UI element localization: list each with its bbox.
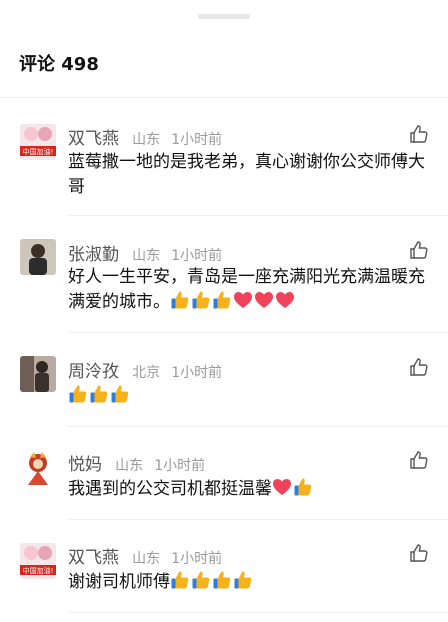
timestamp: 1小时前 — [171, 132, 223, 148]
comment-text: 蓝莓撒一地的是我老弟，真心谢谢你公交师傅大哥 — [68, 152, 425, 197]
heart-emoji — [254, 290, 274, 310]
comment-header: 周泠孜 北京 1小时前 — [68, 357, 228, 382]
comment-divider — [68, 215, 448, 216]
avatar[interactable] — [20, 356, 56, 392]
thumbs-up-emoji — [293, 477, 313, 497]
svg-text:中国加油!: 中国加油! — [23, 566, 54, 575]
thumbs-up-emoji — [212, 290, 232, 310]
comment-text: 谢谢司机师傅 — [68, 570, 440, 595]
timestamp: 1小时前 — [171, 551, 223, 567]
thumbs-up-emoji — [89, 384, 109, 404]
thumbs-up-emoji — [191, 290, 211, 310]
like-icon[interactable] — [409, 450, 429, 470]
comment-text — [68, 384, 440, 409]
heart-emoji — [275, 290, 295, 310]
comment-header: 张淑勤 山东 1小时前 — [68, 240, 228, 265]
header-divider — [0, 97, 448, 98]
timestamp: 1小时前 — [154, 458, 206, 474]
location: 山东 — [132, 132, 161, 148]
like-icon[interactable] — [409, 240, 429, 260]
comment-divider — [68, 612, 448, 613]
timestamp: 1小时前 — [171, 365, 223, 381]
username[interactable]: 双飞燕 — [68, 129, 119, 149]
like-icon[interactable] — [409, 543, 429, 563]
thumbs-up-emoji — [212, 570, 232, 590]
location: 山东 — [132, 551, 161, 567]
comments-count-title: 评论 498 — [19, 54, 99, 75]
drag-handle[interactable] — [198, 14, 250, 19]
thumbs-up-emoji — [110, 384, 130, 404]
comment-divider — [68, 332, 448, 333]
comment-text: 我遇到的公交司机都挺温馨 — [68, 477, 440, 502]
comment-header: 双飞燕 山东 1小时前 — [68, 124, 228, 149]
thumbs-up-emoji — [233, 570, 253, 590]
comment-text: 好人一生平安，青岛是一座充满阳光充满温暖充满爱的城市。 — [68, 267, 425, 312]
thumbs-up-emoji — [170, 290, 190, 310]
username[interactable]: 悦妈 — [68, 455, 102, 475]
comment-divider — [68, 426, 448, 427]
avatar[interactable]: 中国加油! — [20, 124, 56, 160]
comments-sheet: 评论 498 中国加油! 双飞燕 山东 1小时前 蓝莓撒一地的是我老弟，真心谢谢… — [0, 0, 448, 622]
location: 山东 — [115, 458, 144, 474]
thumbs-up-emoji — [191, 570, 211, 590]
username[interactable]: 张淑勤 — [68, 245, 119, 265]
location: 北京 — [132, 365, 161, 381]
avatar[interactable] — [20, 449, 56, 485]
comment-header: 悦妈 山东 1小时前 — [68, 450, 211, 475]
timestamp: 1小时前 — [171, 248, 223, 264]
thumbs-up-emoji — [68, 384, 88, 404]
comment-divider — [68, 519, 448, 520]
heart-emoji — [272, 477, 292, 497]
comment-header: 双飞燕 山东 1小时前 — [68, 543, 228, 568]
thumbs-up-emoji — [170, 570, 190, 590]
username[interactable]: 周泠孜 — [68, 362, 119, 382]
heart-emoji — [233, 290, 253, 310]
like-icon[interactable] — [409, 357, 429, 377]
svg-text:中国加油!: 中国加油! — [23, 147, 54, 156]
avatar[interactable] — [20, 239, 56, 275]
avatar[interactable]: 中国加油! — [20, 543, 56, 579]
username[interactable]: 双飞燕 — [68, 548, 119, 568]
location: 山东 — [132, 248, 161, 264]
like-icon[interactable] — [409, 124, 429, 144]
